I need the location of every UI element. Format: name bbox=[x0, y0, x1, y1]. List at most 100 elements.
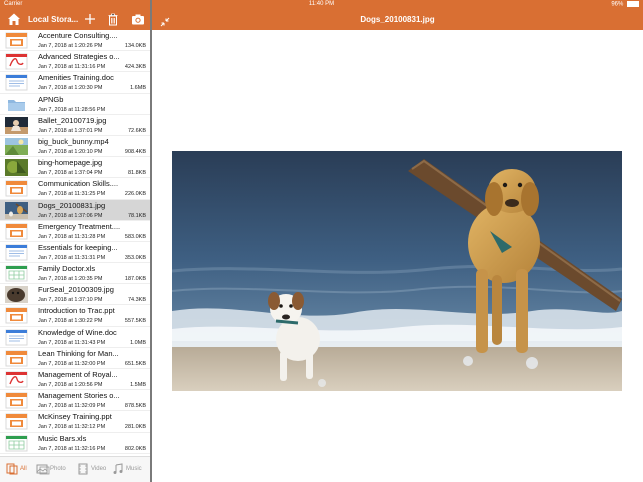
file-name: APNGb bbox=[38, 94, 64, 104]
file-date: Jan 7, 2018 at 11:31:16 PM bbox=[38, 64, 106, 71]
file-row[interactable]: Emergency Treatment.... Jan 7, 2018 at 11… bbox=[0, 221, 150, 242]
file-name: Emergency Treatment.... bbox=[38, 221, 121, 231]
file-row[interactable]: Knowledge of Wine.doc Jan 7, 2018 at 11:3… bbox=[0, 327, 150, 348]
file-date: Jan 7, 2018 at 11:32:16 PM bbox=[38, 445, 106, 452]
file-date: Jan 7, 2018 at 1:30:22 PM bbox=[38, 318, 103, 325]
file-name: Communication Skills.... bbox=[38, 179, 119, 189]
music-icon bbox=[112, 463, 124, 477]
file-ppt-icon bbox=[5, 392, 28, 409]
file-size: 557.5KB bbox=[124, 318, 146, 325]
file-size: 802.0KB bbox=[124, 445, 146, 452]
file-size: 353.0KB bbox=[124, 254, 146, 261]
file-row[interactable]: big_buck_bunny.mp4 Jan 7, 2018 at 1:20:10… bbox=[0, 136, 150, 158]
file-row[interactable]: Advanced Strategies o... Jan 7, 2018 at 1… bbox=[0, 51, 150, 73]
file-size: 424.3KB bbox=[124, 64, 146, 71]
file-ppt-icon bbox=[5, 223, 28, 240]
file-date: Jan 7, 2018 at 1:20:10 PM bbox=[38, 148, 103, 155]
file-name: bing-homepage.jpg bbox=[38, 158, 103, 168]
file-date: Jan 7, 2018 at 11:31:43 PM bbox=[38, 339, 106, 346]
file-doc-icon bbox=[5, 74, 28, 91]
dogs-photo[interactable] bbox=[172, 151, 622, 391]
file-row[interactable]: Introduction to Trac.ppt Jan 7, 2018 at 1… bbox=[0, 305, 150, 327]
file-name: Accenture Consulting.... bbox=[38, 31, 118, 40]
file-name: Essentials for keeping... bbox=[38, 242, 118, 252]
battery-percent: 96% bbox=[611, 1, 624, 8]
file-ppt-icon bbox=[5, 307, 28, 324]
file-name: big_buck_bunny.mp4 bbox=[38, 136, 109, 146]
file-row[interactable]: Family Doctor.xls Jan 7, 2018 at 1:20:35 … bbox=[0, 263, 150, 285]
file-size: 1.0MB bbox=[130, 339, 146, 346]
file-row[interactable]: Essentials for keeping... Jan 7, 2018 at … bbox=[0, 242, 150, 264]
file-date: Jan 7, 2018 at 11:31:28 PM bbox=[38, 233, 106, 240]
all-files-icon bbox=[6, 463, 18, 477]
status-time: 11:40 PM bbox=[308, 1, 335, 7]
file-row[interactable]: Communication Skills.... Jan 7, 2018 at 1… bbox=[0, 178, 150, 200]
file-row[interactable]: McKinsey Training.ppt Jan 7, 2018 at 11:3… bbox=[0, 411, 150, 433]
battery-fill bbox=[628, 2, 638, 6]
file-row[interactable]: FurSeal_20100309.jpg Jan 7, 2018 at 1:37:… bbox=[0, 284, 150, 306]
folder-title: Local Stora... bbox=[28, 15, 79, 24]
file-name: FurSeal_20100309.jpg bbox=[38, 285, 114, 295]
file-row[interactable]: Music Bars.xls Jan 7, 2018 at 11:32:16 PM… bbox=[0, 433, 150, 454]
file-row[interactable]: bing-homepage.jpg Jan 7, 2018 at 1:37:04 … bbox=[0, 157, 150, 179]
file-ppt-icon bbox=[5, 413, 28, 430]
trash-icon[interactable] bbox=[107, 12, 119, 31]
file-doc-icon bbox=[5, 244, 28, 261]
file-size: 134.0KB bbox=[124, 43, 146, 49]
file-name: Dogs_20100831.jpg bbox=[38, 200, 106, 210]
file-folder-icon bbox=[5, 96, 28, 113]
file-date: Jan 7, 2018 at 1:20:30 PM bbox=[38, 85, 103, 92]
file-name: Management of Royal... bbox=[38, 370, 118, 379]
file-row[interactable]: Dogs_20100831.jpg Jan 7, 2018 at 1:37:06 … bbox=[0, 199, 150, 221]
file-row[interactable]: Accenture Consulting.... Jan 7, 2018 at 1… bbox=[0, 30, 150, 52]
file-date: Jan 7, 2018 at 11:31:25 PM bbox=[38, 191, 106, 198]
tab-label: Music bbox=[126, 466, 142, 472]
file-size: 226.0KB bbox=[124, 191, 146, 198]
home-icon[interactable] bbox=[7, 12, 21, 31]
file-size: 908.4KB bbox=[124, 148, 146, 155]
file-name: Advanced Strategies o... bbox=[38, 52, 120, 62]
file-size: 651.5KB bbox=[124, 360, 146, 367]
file-size: 1.5MB bbox=[130, 382, 146, 388]
file-video-icon bbox=[5, 137, 28, 155]
file-xls-icon bbox=[5, 265, 28, 282]
file-row[interactable]: Management Stories o... Jan 7, 2018 at 11… bbox=[0, 390, 150, 412]
file-row[interactable]: Amenities Training.doc Jan 7, 2018 at 1:2… bbox=[0, 72, 150, 94]
file-size: 72.6KB bbox=[127, 127, 146, 134]
file-name: Knowledge of Wine.doc bbox=[38, 327, 117, 337]
file-ppt-icon bbox=[5, 180, 28, 197]
file-size: 583.0KB bbox=[124, 233, 146, 240]
tab-bar: All Photo Video Music bbox=[0, 456, 150, 482]
file-xls-icon bbox=[5, 435, 28, 452]
file-date: Jan 7, 2018 at 11:32:12 PM bbox=[38, 424, 106, 431]
file-row[interactable]: Ballet_20100719.jpg Jan 7, 2018 at 1:37:0… bbox=[0, 115, 150, 136]
plus-icon[interactable] bbox=[84, 12, 96, 31]
file-name: McKinsey Training.ppt bbox=[38, 412, 112, 422]
file-row[interactable]: Management of Royal... Jan 7, 2018 at 1:2… bbox=[0, 369, 150, 391]
file-row[interactable]: APNGb Jan 7, 2018 at 11:28:56 PM bbox=[0, 94, 150, 115]
file-pdf-icon bbox=[5, 371, 28, 388]
file-ppt-icon bbox=[5, 32, 28, 49]
file-name: Introduction to Trac.ppt bbox=[38, 306, 115, 316]
file-list[interactable]: Accenture Consulting.... Jan 7, 2018 at 1… bbox=[0, 30, 150, 456]
file-name: Ballet_20100719.jpg bbox=[38, 115, 107, 125]
photo-icon bbox=[36, 463, 50, 477]
viewer-title: Dogs_20100831.jpg bbox=[360, 15, 435, 24]
file-size: 187.0KB bbox=[124, 276, 146, 283]
file-size: 78.1KB bbox=[127, 212, 146, 219]
file-date: Jan 7, 2018 at 1:37:01 PM bbox=[38, 127, 103, 134]
file-size: 1.6MB bbox=[130, 85, 146, 92]
file-size: 878.5KB bbox=[124, 403, 146, 410]
video-icon bbox=[77, 463, 89, 477]
file-row[interactable]: Lean Thinking for Man... Jan 7, 2018 at 1… bbox=[0, 348, 150, 369]
file-photo-green-icon bbox=[5, 159, 28, 177]
camera-icon[interactable] bbox=[131, 12, 145, 31]
battery-indicator: 96% bbox=[611, 1, 639, 8]
file-pdf-icon bbox=[5, 53, 28, 70]
file-doc-icon bbox=[5, 329, 28, 346]
file-size: 74.3KB bbox=[127, 297, 146, 304]
file-date: Jan 7, 2018 at 11:32:00 PM bbox=[38, 360, 106, 367]
file-date: Jan 7, 2018 at 1:20:35 PM bbox=[38, 276, 103, 283]
file-name: Music Bars.xls bbox=[38, 433, 87, 443]
file-name: Management Stories o... bbox=[38, 391, 120, 401]
